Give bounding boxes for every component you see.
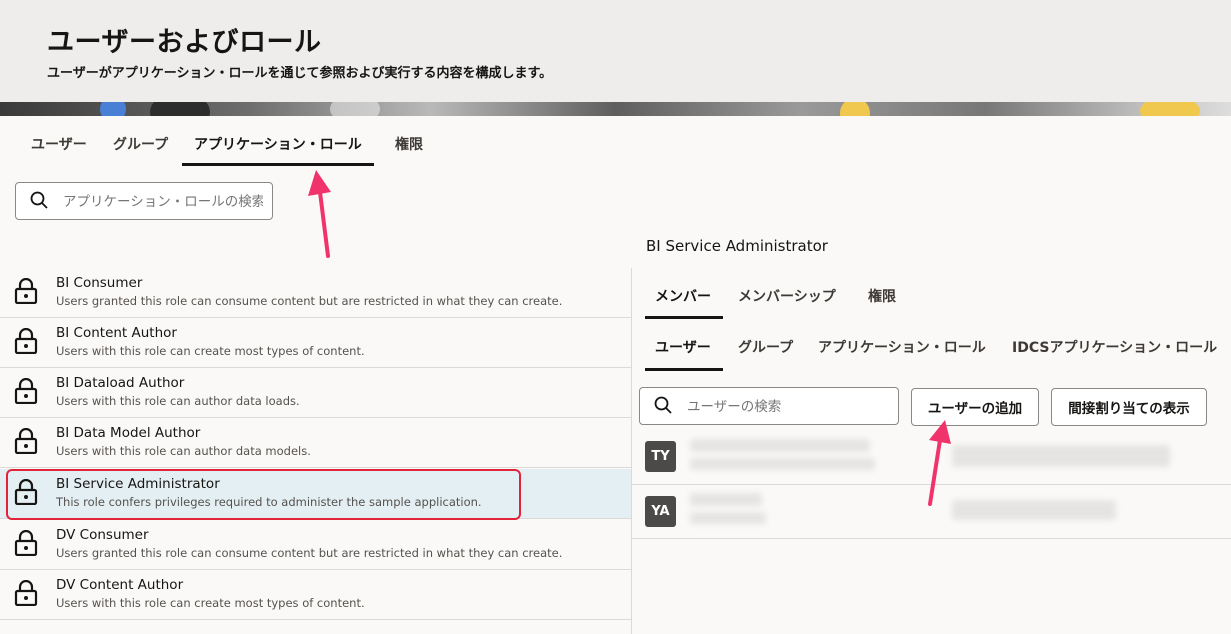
lock-icon [14, 428, 38, 454]
role-name: DV Consumer [56, 527, 149, 543]
tab-groups[interactable]: グループ [113, 134, 168, 154]
role-list: BI Consumer Users granted this role can … [0, 268, 631, 634]
role-search-box[interactable] [15, 182, 273, 220]
subtab-users[interactable]: ユーザー [655, 337, 711, 357]
tab-application-roles[interactable]: アプリケーション・ロール [194, 134, 362, 154]
role-name: BI Dataload Author [56, 375, 185, 391]
role-item-bi-consumer[interactable]: BI Consumer Users granted this role can … [0, 268, 631, 318]
role-description: Users granted this role can consume cont… [56, 546, 563, 560]
page-subtitle: ユーザーがアプリケーション・ロールを通じて参照および実行する内容を構成します。 [47, 66, 553, 81]
user-search-box[interactable] [639, 387, 899, 425]
role-description: Users with this role can create most typ… [56, 596, 365, 610]
blurred-user-name [690, 439, 870, 452]
add-user-button[interactable]: ユーザーの追加 [911, 388, 1039, 426]
active-tab-indicator [182, 163, 374, 166]
member-row[interactable]: TY [632, 431, 1231, 485]
tab-memberships[interactable]: メンバーシップ [738, 286, 836, 306]
role-item-bi-content-author[interactable]: BI Content Author Users with this role c… [0, 318, 631, 368]
role-item-dv-consumer[interactable]: DV Consumer Users granted this role can … [0, 520, 631, 570]
selection-highlight-annotation [6, 469, 521, 520]
tab-detail-permissions[interactable]: 権限 [868, 286, 896, 306]
lock-icon [14, 328, 38, 354]
role-description: Users with this role can create most typ… [56, 344, 365, 358]
show-indirect-assignments-button[interactable]: 間接割り当ての表示 [1051, 388, 1207, 426]
role-name: DV Content Author [56, 577, 184, 593]
lock-icon [14, 530, 38, 556]
role-description: Users granted this role can consume cont… [56, 294, 563, 308]
blurred-user-name [690, 493, 762, 506]
member-row[interactable]: YA [632, 485, 1231, 539]
tab-members[interactable]: メンバー [655, 286, 711, 306]
tab-users[interactable]: ユーザー [31, 134, 87, 154]
lock-icon [14, 580, 38, 606]
blurred-user-id [690, 512, 766, 524]
page-header: ユーザーおよびロール ユーザーがアプリケーション・ロールを通じて参照および実行す… [0, 0, 1231, 102]
detail-title: BI Service Administrator [646, 237, 828, 255]
role-description: Users with this role can author data loa… [56, 394, 300, 408]
role-name: BI Consumer [56, 275, 143, 291]
user-search-input[interactable] [685, 395, 889, 419]
subtab-groups[interactable]: グループ [738, 337, 793, 357]
search-icon [30, 191, 48, 209]
active-tab-indicator [645, 316, 723, 319]
blurred-user-id [690, 458, 875, 470]
role-item-dv-content-author[interactable]: DV Content Author Users with this role c… [0, 570, 631, 620]
role-search-input[interactable] [61, 190, 265, 214]
role-item-bi-data-model-author[interactable]: BI Data Model Author Users with this rol… [0, 418, 631, 468]
role-description: Users with this role can author data mod… [56, 444, 311, 458]
lock-icon [14, 378, 38, 404]
role-name: BI Content Author [56, 325, 177, 341]
blurred-user-email [952, 500, 1116, 520]
tab-permissions[interactable]: 権限 [395, 134, 423, 154]
avatar: YA [645, 496, 676, 527]
subtab-idcs-application-roles[interactable]: IDCSアプリケーション・ロール [1012, 337, 1217, 357]
subtab-application-roles[interactable]: アプリケーション・ロール [818, 337, 986, 357]
page-title: ユーザーおよびロール [47, 27, 322, 58]
active-subtab-indicator [645, 368, 723, 371]
annotation-arrow-icon [308, 170, 331, 258]
avatar: TY [645, 441, 676, 472]
decorative-banner [0, 102, 1231, 116]
role-item-bi-dataload-author[interactable]: BI Dataload Author Users with this role … [0, 368, 631, 418]
search-icon [654, 396, 672, 414]
blurred-user-email [952, 445, 1170, 467]
role-name: BI Data Model Author [56, 425, 201, 441]
lock-icon [14, 278, 38, 304]
